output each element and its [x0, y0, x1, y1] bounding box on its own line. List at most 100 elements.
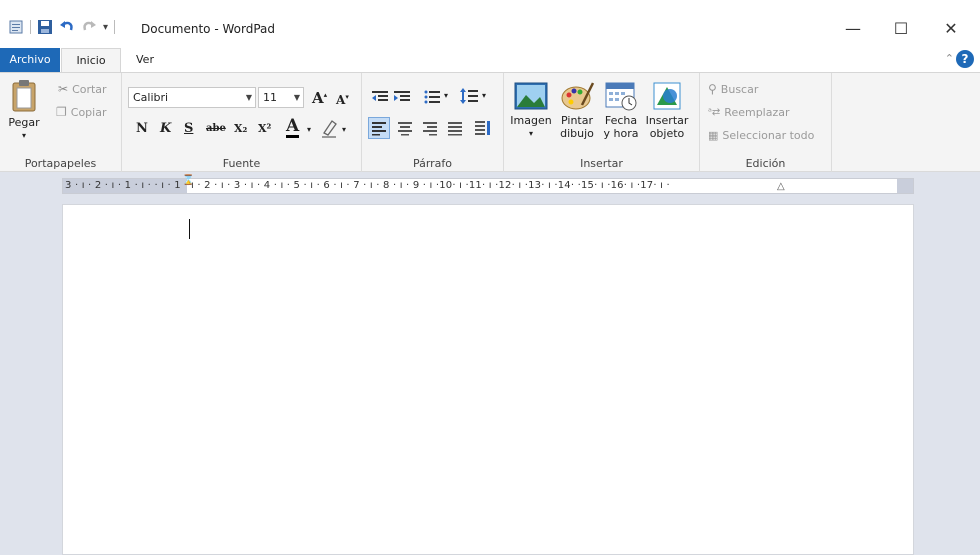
highlight-dropdown-icon[interactable]: ▾	[342, 125, 346, 134]
select-all-icon: ▦	[708, 129, 719, 142]
quick-access-toolbar: ▾	[8, 19, 116, 35]
insert-object-button[interactable]: Insertar objeto	[644, 81, 690, 140]
date-time-button[interactable]: Fecha y hora	[600, 81, 642, 140]
font-size-select[interactable]: 11 ▼	[258, 87, 304, 108]
find-label: Buscar	[720, 82, 759, 96]
justify-icon[interactable]	[447, 120, 463, 136]
text-color-dropdown-icon[interactable]: ▾	[307, 125, 311, 134]
horizontal-ruler[interactable]: 3 · ı · 2 · ı · 1 · ı · · ı · 1 · ı · 2 …	[62, 175, 914, 194]
cut-label: Cortar	[72, 82, 107, 96]
find-button[interactable]: ⚲ Buscar	[708, 82, 758, 96]
tab-view[interactable]: Ver	[128, 48, 162, 72]
bullet-list-icon[interactable]	[424, 89, 440, 105]
object-icon	[653, 82, 681, 110]
customize-qat-icon[interactable]: ▾	[103, 22, 108, 33]
cut-button[interactable]: ✂ Cortar	[58, 82, 107, 96]
superscript-button[interactable]: X²	[258, 122, 271, 135]
line-spacing-dropdown-icon[interactable]: ▾	[482, 91, 486, 100]
highlight-icon[interactable]	[320, 119, 338, 139]
clipboard-group-label: Portapapeles	[24, 157, 97, 170]
replace-button[interactable]: ᵃ⇄ Reemplazar	[708, 106, 790, 119]
bold-button[interactable]: N	[136, 121, 148, 136]
paint-palette-icon	[561, 82, 595, 110]
chevron-down-icon: ▼	[245, 93, 252, 102]
align-left-icon	[372, 122, 386, 136]
text-cursor	[189, 219, 190, 239]
window-title: Documento - WordPad	[141, 22, 275, 36]
copy-button[interactable]: ❐ Copiar	[56, 105, 106, 119]
binoculars-icon: ⚲	[708, 82, 717, 96]
right-indent-marker[interactable]: △	[777, 181, 785, 192]
insert-image-dropdown-icon[interactable]: ▾	[508, 127, 554, 140]
editing-group-label: Edición	[745, 157, 786, 170]
ribbon-tabs: Archivo Inicio Ver ⌃ ?	[0, 48, 980, 72]
paragraph-settings-icon[interactable]	[474, 119, 492, 137]
wordpad-app-icon[interactable]	[8, 19, 24, 35]
select-all-button[interactable]: ▦ Seleccionar todo	[708, 129, 814, 142]
tab-file[interactable]: Archivo	[0, 48, 60, 72]
replace-label: Reemplazar	[724, 106, 790, 119]
save-icon[interactable]	[37, 19, 53, 35]
tab-home[interactable]: Inicio	[61, 48, 121, 72]
first-line-indent-marker[interactable]: ⌛	[182, 175, 194, 186]
maximize-button[interactable]: ☐	[886, 16, 916, 40]
shrink-font-button[interactable]: A▾	[336, 92, 349, 107]
text-color-button[interactable]: A	[286, 117, 300, 138]
document-page[interactable]	[62, 204, 914, 555]
shrink-font-label: A	[336, 93, 346, 107]
line-spacing-icon[interactable]	[460, 87, 478, 105]
grow-font-label: A	[312, 89, 324, 107]
paint-drawing-label-1: Pintar	[561, 114, 593, 127]
grow-font-button[interactable]: A▴	[312, 89, 327, 107]
align-center-icon[interactable]	[397, 120, 413, 136]
title-bar: ▾ Documento - WordPad — ☐ ✕	[0, 0, 980, 46]
subscript-button[interactable]: X₂	[234, 122, 247, 135]
copy-icon: ❐	[56, 105, 67, 119]
close-button[interactable]: ✕	[936, 16, 966, 40]
date-time-label-2: y hora	[603, 127, 639, 140]
font-size-value: 11	[263, 91, 277, 104]
qat-separator	[114, 20, 116, 34]
group-paragraph: ▾ ▾ Párrafo	[362, 73, 504, 173]
insert-object-label-2: objeto	[649, 127, 685, 140]
bullet-list-dropdown-icon[interactable]: ▾	[444, 91, 448, 100]
paste-icon	[12, 80, 36, 112]
insert-image-button[interactable]: Imagen ▾	[508, 81, 554, 140]
paragraph-group-label: Párrafo	[412, 157, 453, 170]
font-family-value: Calibri	[133, 91, 169, 104]
minimize-button[interactable]: —	[838, 16, 868, 40]
paste-button[interactable]: Pegar ▾	[6, 79, 42, 142]
paste-dropdown-icon[interactable]: ▾	[6, 129, 42, 142]
align-left-button[interactable]	[368, 117, 390, 139]
decrease-indent-icon[interactable]	[372, 89, 388, 105]
image-icon	[514, 82, 548, 110]
undo-icon[interactable]	[59, 19, 75, 35]
underline-button[interactable]: S	[184, 121, 193, 136]
copy-label: Copiar	[70, 105, 107, 119]
chevron-down-icon: ▼	[293, 93, 300, 102]
paint-drawing-label-2: dibujo	[560, 127, 594, 140]
italic-button[interactable]: K	[160, 121, 171, 136]
qat-separator	[30, 20, 31, 34]
date-time-label-1: Fecha	[604, 114, 638, 127]
select-all-label: Seleccionar todo	[722, 129, 815, 142]
group-clipboard: Pegar ▾ ✂ Cortar ❐ Copiar Portapapeles	[0, 73, 122, 173]
align-right-icon[interactable]	[422, 120, 438, 136]
calendar-clock-icon	[605, 82, 637, 111]
paste-label: Pegar	[8, 116, 40, 129]
insert-group-label: Insertar	[580, 157, 623, 170]
group-font: Calibri ▼ 11 ▼ A▴ A▾ N K S abe X₂ X² A ▾…	[122, 73, 362, 173]
paint-drawing-button[interactable]: Pintar dibujo	[556, 81, 598, 140]
collapse-ribbon-icon[interactable]: ⌃	[945, 52, 954, 65]
scissors-icon: ✂	[58, 82, 69, 96]
strikethrough-button[interactable]: abe	[206, 123, 226, 134]
group-editing: ⚲ Buscar ᵃ⇄ Reemplazar ▦ Seleccionar tod…	[700, 73, 832, 173]
insert-image-label: Imagen	[510, 114, 552, 127]
ribbon: Pegar ▾ ✂ Cortar ❐ Copiar Portapapeles C…	[0, 72, 980, 173]
font-group-label: Fuente	[222, 157, 261, 170]
insert-object-label-1: Insertar	[645, 114, 689, 127]
increase-indent-icon[interactable]	[394, 89, 410, 105]
font-family-select[interactable]: Calibri ▼	[128, 87, 256, 108]
redo-icon[interactable]	[81, 19, 97, 35]
help-icon[interactable]: ?	[956, 50, 974, 68]
